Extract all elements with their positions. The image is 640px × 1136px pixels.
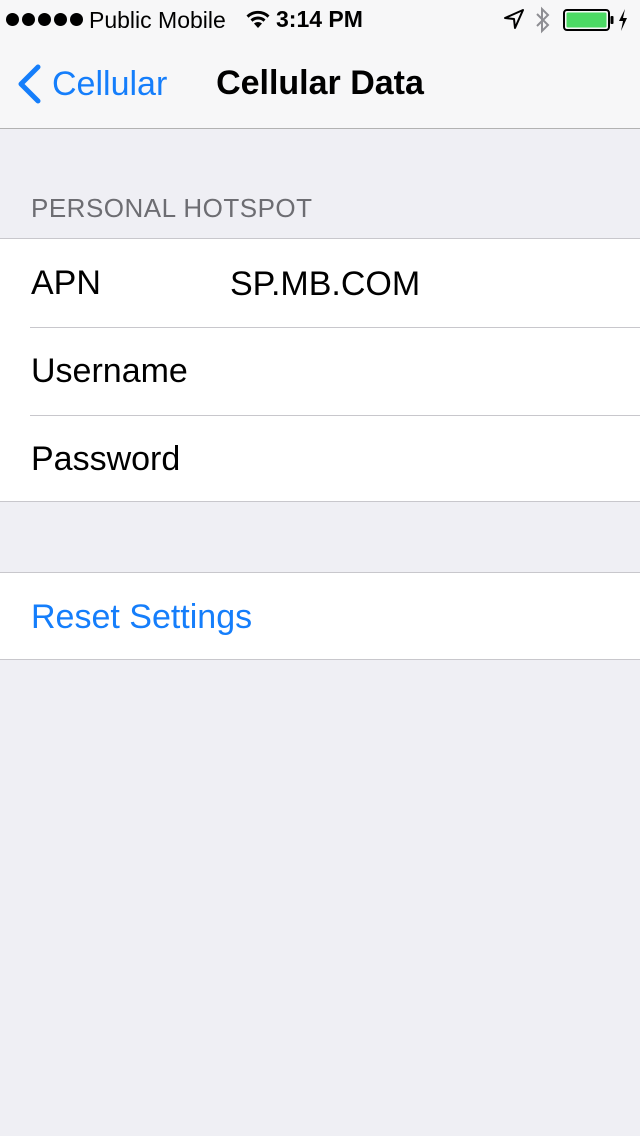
signal-strength-icon [6, 13, 83, 26]
page-title: Cellular Data [216, 64, 424, 102]
location-arrow-icon [504, 9, 524, 29]
apn-settings-group: APN Username Password [0, 238, 640, 502]
username-field[interactable] [230, 352, 620, 392]
status-bar: Public Mobile 3:14 PM [0, 0, 640, 40]
apn-label: APN [31, 264, 101, 302]
reset-settings-button[interactable]: Reset Settings [31, 598, 252, 637]
username-label: Username [31, 352, 188, 390]
apn-field[interactable] [230, 264, 620, 304]
password-field[interactable] [230, 440, 620, 480]
section-header-personal-hotspot: PERSONAL HOTSPOT [31, 193, 313, 223]
battery-icon [563, 9, 614, 31]
carrier-name: Public Mobile [89, 7, 226, 33]
wifi-icon [246, 10, 270, 28]
navigation-bar: Cellular Cellular Data [0, 40, 640, 129]
username-row[interactable]: Username [0, 327, 640, 415]
apn-row[interactable]: APN [0, 239, 640, 327]
password-row[interactable]: Password [0, 415, 640, 503]
charging-bolt-icon [619, 9, 627, 31]
reset-group: Reset Settings [0, 572, 640, 660]
clock: 3:14 PM [276, 6, 363, 32]
password-label: Password [31, 440, 181, 478]
bluetooth-icon [536, 6, 550, 34]
